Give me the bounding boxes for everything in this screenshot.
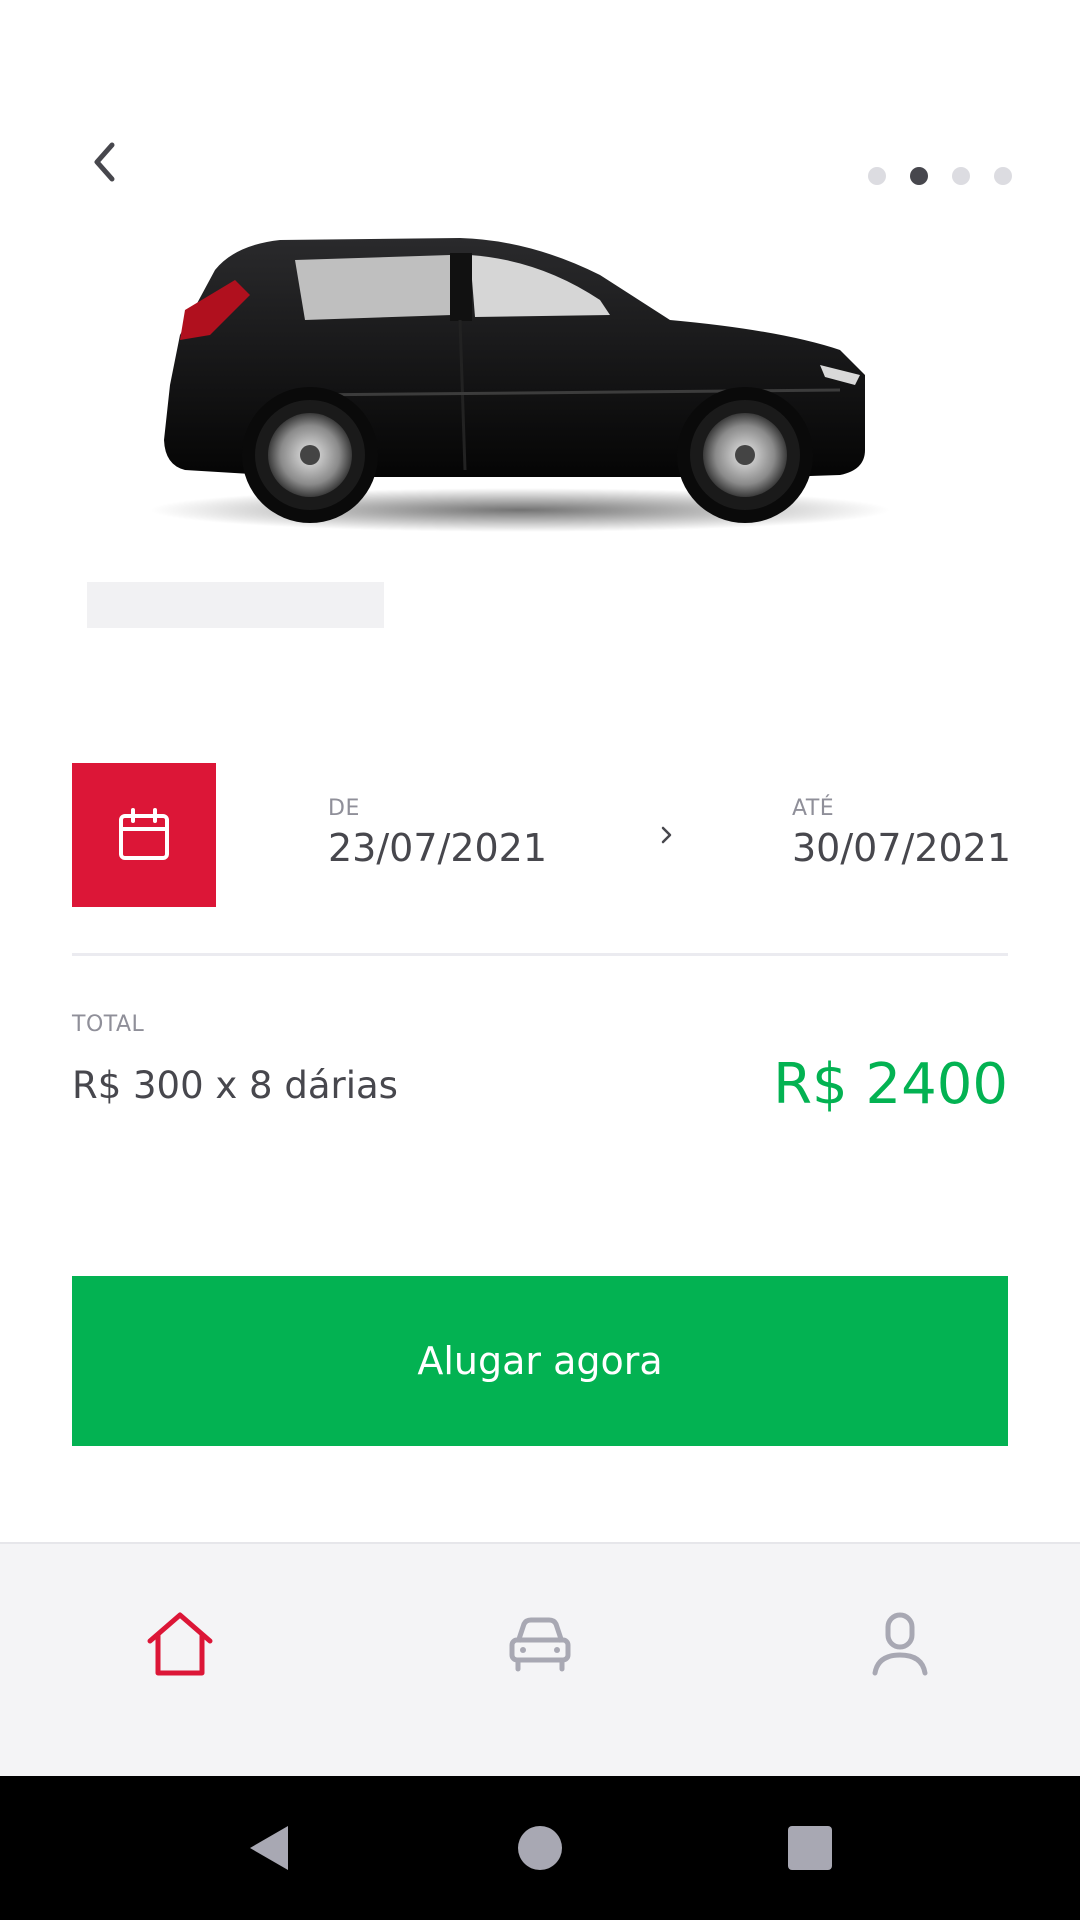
calendar-icon <box>119 808 169 860</box>
date-to-label: ATÉ <box>792 796 835 821</box>
rent-now-button[interactable]: Alugar agora <box>72 1276 1008 1446</box>
image-carousel-indicator <box>868 167 1012 185</box>
chevron-right-icon <box>658 824 676 846</box>
system-recents-button[interactable] <box>778 1816 842 1880</box>
system-back-button[interactable] <box>236 1816 300 1880</box>
total-value: R$ 2400 <box>773 1052 1008 1117</box>
car-name-placeholder <box>87 582 384 628</box>
tab-profile[interactable] <box>860 1604 940 1684</box>
recents-square-icon <box>788 1826 832 1870</box>
home-circle-icon <box>518 1826 562 1870</box>
calendar-button[interactable] <box>72 763 216 907</box>
system-navigation-bar <box>0 1776 1080 1920</box>
date-to-value: 30/07/2021 <box>792 826 1012 870</box>
car-icon <box>509 1617 571 1672</box>
tab-home[interactable] <box>140 1604 220 1684</box>
carousel-dot[interactable] <box>952 167 970 185</box>
divider <box>72 953 1008 956</box>
user-icon <box>872 1612 928 1676</box>
rate-text: R$ 300 x 8 dárias <box>72 1064 398 1107</box>
carousel-dot[interactable] <box>868 167 886 185</box>
date-from-value: 23/07/2021 <box>328 826 548 870</box>
car-image <box>140 225 900 545</box>
home-icon <box>147 1612 213 1676</box>
back-triangle-icon <box>250 1826 288 1870</box>
carousel-dot[interactable] <box>994 167 1012 185</box>
system-home-button[interactable] <box>508 1816 572 1880</box>
chevron-left-icon <box>94 142 115 182</box>
tab-cars[interactable] <box>500 1604 580 1684</box>
date-from-label: DE <box>328 796 360 821</box>
total-label: TOTAL <box>72 1012 145 1037</box>
carousel-dot-active[interactable] <box>910 167 928 185</box>
bottom-tab-bar <box>0 1542 1080 1778</box>
back-button[interactable] <box>80 135 130 185</box>
